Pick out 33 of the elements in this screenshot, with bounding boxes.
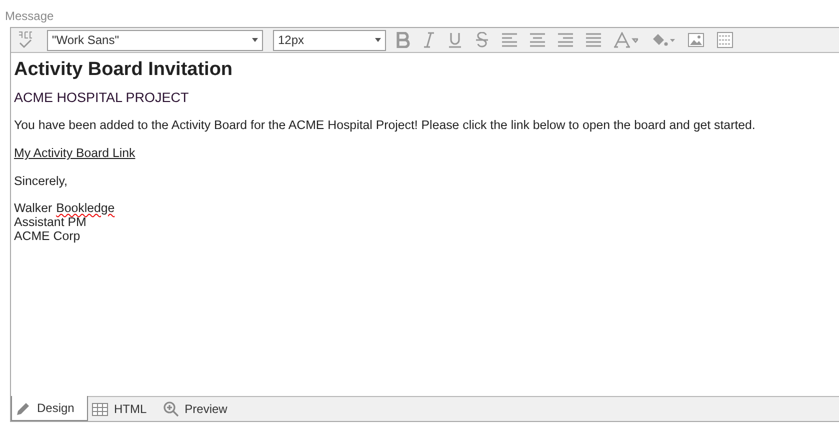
- signature-text: Bookledge: [56, 201, 115, 215]
- spellcheck-icon[interactable]: [17, 31, 33, 49]
- italic-icon[interactable]: [423, 32, 435, 48]
- editor-tab[interactable]: Design: [11, 396, 88, 421]
- image-icon[interactable]: [688, 33, 704, 47]
- signature-text: Assistant PM: [14, 215, 86, 229]
- underline-icon[interactable]: [448, 32, 462, 48]
- signature-text: Walker: [14, 201, 52, 215]
- align-left-icon[interactable]: [502, 33, 517, 47]
- bold-icon[interactable]: [396, 32, 410, 48]
- field-label: Message: [5, 9, 54, 23]
- font-color-icon[interactable]: [614, 32, 638, 48]
- zoom-in-icon: [162, 401, 179, 417]
- table-icon[interactable]: [717, 32, 733, 48]
- email-subheading: ACME HOSPITAL PROJECT: [14, 89, 190, 107]
- table-icon: [92, 402, 108, 416]
- editor-tab[interactable]: Preview: [158, 397, 232, 421]
- size-dropdown[interactable]: 12px: [273, 30, 386, 50]
- closing-text: Sincerely,: [14, 173, 68, 189]
- editor-tab[interactable]: HTML: [88, 397, 151, 421]
- paint-bucket-icon[interactable]: [651, 32, 675, 48]
- align-right-icon[interactable]: [558, 33, 573, 47]
- justify-icon[interactable]: [586, 33, 601, 47]
- board-link[interactable]: My Activity Board Link: [14, 145, 136, 161]
- strikethrough-icon[interactable]: [475, 32, 489, 48]
- font-dropdown[interactable]: "Work Sans": [47, 30, 263, 50]
- dropdown-arrow-icon: [375, 38, 381, 42]
- pencil-icon: [16, 400, 31, 416]
- align-center-icon[interactable]: [530, 33, 545, 47]
- signature-text: ACME Corp: [14, 229, 80, 243]
- email-heading: Activity Board Invitation: [14, 58, 234, 82]
- email-paragraph: You have been added to the Activity Board for the ACME Hospital Project! Please click the link below to open the board and get started.: [14, 117, 756, 133]
- dropdown-arrow-icon: [252, 38, 258, 42]
